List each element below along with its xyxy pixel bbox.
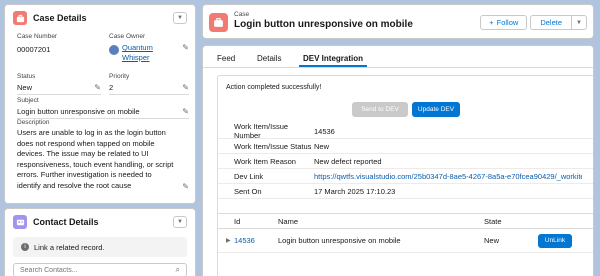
tab-bar: Feed Details DEV Integration bbox=[203, 46, 593, 68]
follow-button[interactable]: + Follow bbox=[480, 15, 528, 30]
case-details-card: Case Details ▼ Case Number 00007201 Case… bbox=[4, 4, 196, 204]
unlink-label: UnLink bbox=[544, 237, 566, 244]
edit-owner-icon[interactable]: ✎ bbox=[182, 43, 189, 52]
case-number-label: Case Number bbox=[17, 33, 58, 40]
info-icon: i bbox=[21, 243, 29, 251]
search-contacts-input[interactable] bbox=[20, 266, 176, 274]
column-header-id: Id bbox=[234, 216, 241, 226]
case-details-menu-button[interactable]: ▼ bbox=[173, 12, 187, 24]
info-row: Work Item/Issue Number 14536 bbox=[218, 122, 593, 140]
info-row-label: Work Item/Issue Number bbox=[234, 122, 289, 140]
case-owner-label: Case Owner bbox=[109, 33, 146, 40]
info-row-label: Work Item Reason bbox=[234, 156, 296, 166]
contact-details-card: Contact Details ▼ i Link a related recor… bbox=[4, 208, 196, 276]
send-to-dev-button[interactable]: Send to DEV bbox=[352, 102, 408, 117]
case-header-card: Case Login button unresponsive on mobile… bbox=[202, 4, 594, 39]
column-header-name: Name bbox=[278, 216, 299, 226]
info-rows: Work Item/Issue Number 14536 Work Item/I… bbox=[218, 122, 593, 199]
object-type-label: Case bbox=[234, 11, 250, 18]
active-tab-indicator bbox=[299, 65, 367, 67]
chevron-down-icon: ▼ bbox=[177, 219, 183, 225]
description-value: Users are unable to log in as the login … bbox=[17, 128, 174, 190]
description-label: Description bbox=[17, 119, 50, 126]
link-record-text: Link a related record. bbox=[34, 242, 105, 252]
edit-status-icon[interactable]: ✎ bbox=[94, 83, 101, 92]
delete-button[interactable]: Delete bbox=[531, 16, 572, 29]
info-row: Work Item Reason New defect reported bbox=[218, 154, 593, 169]
work-item-state: New bbox=[484, 236, 500, 245]
dev-panel: Action completed successfully! Send to D… bbox=[217, 75, 593, 276]
contact-icon bbox=[13, 215, 27, 229]
info-row: Work Item/Issue Status New bbox=[218, 139, 593, 154]
priority-label: Priority bbox=[109, 73, 130, 80]
info-row: Dev Link https://qwtfs.visualstudio.com/… bbox=[218, 169, 593, 184]
dev-integration-card: Feed Details DEV Integration Action comp… bbox=[202, 45, 594, 276]
contact-details-title: Contact Details bbox=[33, 217, 99, 227]
tab-feed[interactable]: Feed bbox=[217, 54, 235, 63]
dev-link[interactable]: https://qwtfs.visualstudio.com/25b0347d-… bbox=[314, 172, 582, 181]
info-row-label: Work Item/Issue Status bbox=[234, 141, 312, 151]
update-dev-button[interactable]: Update DEV bbox=[412, 102, 460, 117]
info-row-value: New defect reported bbox=[314, 156, 382, 166]
unlink-button[interactable]: UnLink bbox=[538, 233, 572, 248]
tab-dev-integration[interactable]: DEV Integration bbox=[303, 54, 363, 63]
info-row-label: Dev Link bbox=[234, 171, 264, 181]
info-row-label: Sent On bbox=[234, 186, 262, 196]
contact-details-menu-button[interactable]: ▼ bbox=[173, 216, 187, 228]
status-value: New bbox=[17, 83, 33, 92]
info-row-value: New bbox=[314, 141, 330, 151]
info-row: Sent On 17 March 2025 17:10.23 bbox=[218, 184, 593, 199]
subject-value: Login button unresponsive on mobile bbox=[17, 107, 140, 116]
send-to-dev-label: Send to DEV bbox=[361, 106, 399, 113]
plus-icon: + bbox=[489, 18, 494, 27]
info-row-value: 14536 bbox=[314, 126, 335, 136]
case-number-value: 00007201 bbox=[17, 45, 51, 54]
owner-avatar bbox=[109, 45, 119, 55]
case-header-icon bbox=[209, 13, 228, 32]
subject-label: Subject bbox=[17, 97, 39, 104]
more-actions-button[interactable]: ▼ bbox=[572, 16, 586, 29]
tab-details[interactable]: Details bbox=[257, 54, 281, 63]
edit-priority-icon[interactable]: ✎ bbox=[182, 83, 189, 92]
edit-description-icon[interactable]: ✎ bbox=[182, 182, 189, 191]
table-row: ▶ 14536 Login button unresponsive on mob… bbox=[218, 229, 593, 253]
column-header-state: State bbox=[484, 216, 502, 226]
table-header-row: Id Name State bbox=[218, 213, 593, 229]
expand-row-icon[interactable]: ▶ bbox=[226, 237, 231, 244]
work-item-name: Login button unresponsive on mobile bbox=[278, 236, 401, 245]
follow-label: Follow bbox=[496, 18, 519, 27]
case-details-header: Case Details ▼ bbox=[5, 5, 195, 31]
update-dev-label: Update DEV bbox=[417, 106, 455, 113]
edit-subject-icon[interactable]: ✎ bbox=[182, 107, 189, 116]
delete-label: Delete bbox=[540, 18, 562, 27]
priority-value: 2 bbox=[109, 83, 114, 92]
contact-details-header: Contact Details ▼ bbox=[5, 209, 195, 235]
record-title: Login button unresponsive on mobile bbox=[234, 19, 413, 30]
case-owner-link[interactable]: Quantum Whisper bbox=[122, 43, 164, 63]
link-record-notice: i Link a related record. bbox=[13, 237, 187, 257]
status-label: Status bbox=[17, 73, 36, 80]
success-message: Action completed successfully! bbox=[226, 84, 322, 91]
chevron-down-icon: ▼ bbox=[576, 19, 582, 26]
info-row-value: 17 March 2025 17:10.23 bbox=[314, 186, 396, 196]
search-icon: ⌕ bbox=[175, 265, 180, 274]
work-items-table: Id Name State ▶ 14536 Login button unres… bbox=[218, 213, 593, 253]
chevron-down-icon: ▼ bbox=[177, 15, 183, 21]
case-details-title: Case Details bbox=[33, 13, 87, 23]
case-icon bbox=[13, 11, 27, 25]
